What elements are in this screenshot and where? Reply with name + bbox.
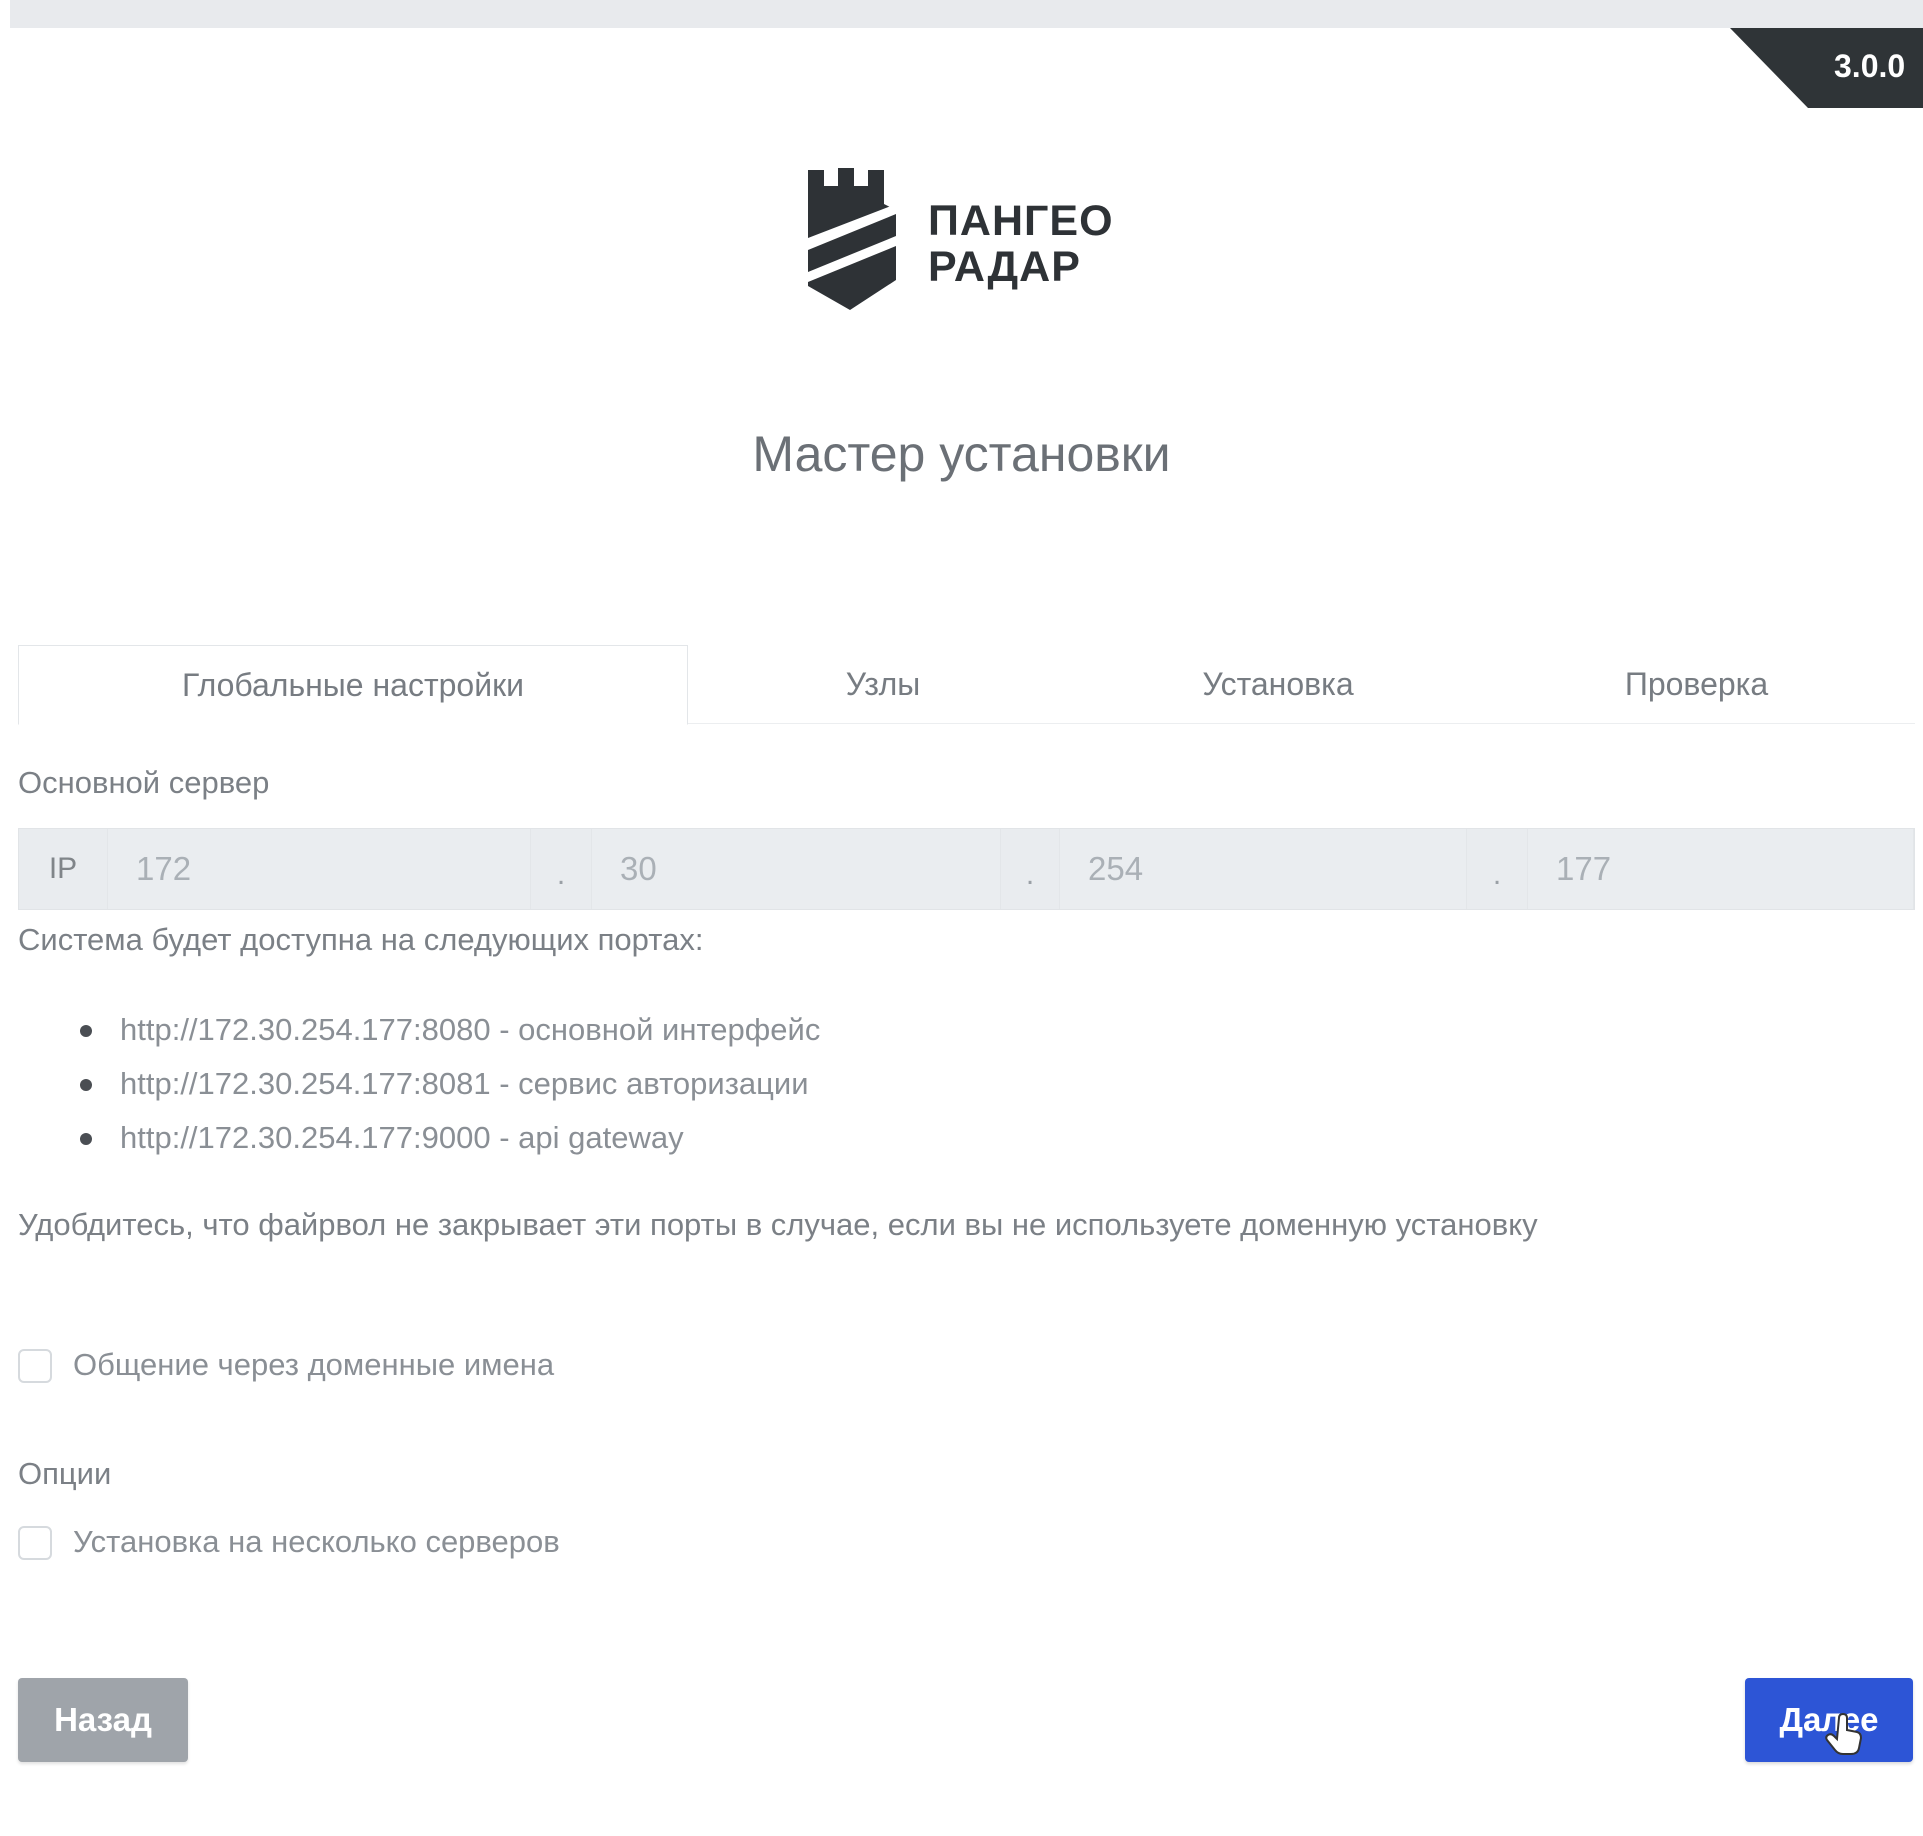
app-logo: ПАНГЕО РАДАР <box>800 160 1140 320</box>
version-label: 3.0.0 <box>1834 48 1906 82</box>
logo-line-2: РАДАР <box>928 243 1081 291</box>
list-item: http://172.30.254.177:8081 - сервис авто… <box>80 1057 820 1111</box>
tab-nodes[interactable]: Узлы <box>688 645 1078 723</box>
list-item: http://172.30.254.177:8080 - основной ин… <box>80 1003 820 1057</box>
ip-address-input-group: IP 172 . 30 . 254 . 177 <box>18 828 1915 910</box>
domain-names-checkbox[interactable] <box>18 1349 52 1383</box>
ip-octet-4-input[interactable]: 177 <box>1527 829 1914 909</box>
logo-line-1: ПАНГЕО <box>928 197 1114 245</box>
bullet-icon <box>80 1133 92 1145</box>
ip-octet-1-input[interactable]: 172 <box>107 829 531 909</box>
ports-list: http://172.30.254.177:8080 - основной ин… <box>80 1003 820 1165</box>
list-item: http://172.30.254.177:9000 - api gateway <box>80 1111 820 1165</box>
hand-cursor-icon <box>1825 1712 1863 1755</box>
ip-separator: . <box>1492 858 1502 891</box>
ip-separator: . <box>1025 858 1035 891</box>
multi-server-checkbox[interactable] <box>18 1526 52 1560</box>
ip-octet-2-input[interactable]: 30 <box>591 829 1001 909</box>
version-ribbon: 3.0.0 <box>1730 28 1923 108</box>
port-url-text: http://172.30.254.177:8081 - сервис авто… <box>120 1066 809 1101</box>
multi-server-label[interactable]: Установка на несколько серверов <box>73 1524 560 1560</box>
logo-wordmark: ПАНГЕО РАДАР <box>928 198 1138 290</box>
firewall-note-text: Удобдитесь, что файрвол не закрывает эти… <box>18 1207 1538 1242</box>
ip-separator: . <box>556 858 566 891</box>
tab-global-settings[interactable]: Глобальные настройки <box>18 645 688 725</box>
wizard-tabs: Глобальные настройки Узлы Установка Пров… <box>18 645 1915 725</box>
top-bar <box>10 0 1923 28</box>
ip-prefix-label: IP <box>48 852 78 885</box>
main-server-label: Основной сервер <box>18 765 270 800</box>
port-url-text: http://172.30.254.177:9000 - api gateway <box>120 1120 684 1155</box>
ip-octet-3-input[interactable]: 254 <box>1059 829 1467 909</box>
rook-shield-icon <box>808 168 896 310</box>
port-url-text: http://172.30.254.177:8080 - основной ин… <box>120 1012 821 1047</box>
bullet-icon <box>80 1079 92 1091</box>
page-title: Мастер установки <box>752 426 1171 482</box>
domain-names-label[interactable]: Общение через доменные имена <box>73 1347 554 1383</box>
bullet-icon <box>80 1025 92 1037</box>
tab-installation[interactable]: Установка <box>1078 645 1478 723</box>
options-section-label: Опции <box>18 1456 112 1491</box>
back-button[interactable]: Назад <box>18 1678 188 1762</box>
tab-verification[interactable]: Проверка <box>1478 645 1915 723</box>
ports-intro-text: Система будет доступна на следующих порт… <box>18 922 704 957</box>
